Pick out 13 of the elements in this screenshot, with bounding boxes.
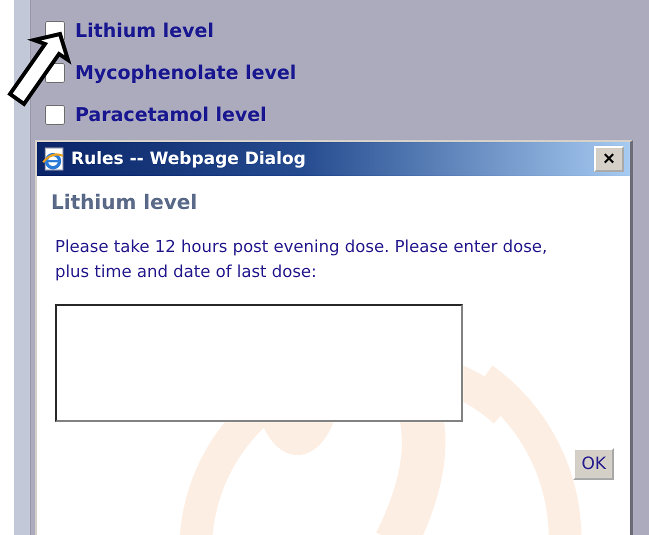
- ok-button[interactable]: OK: [573, 448, 614, 480]
- dialog-heading: Lithium level: [51, 190, 198, 214]
- checkbox[interactable]: [45, 21, 65, 41]
- checkbox[interactable]: [45, 63, 65, 83]
- browser-icon: [41, 146, 65, 172]
- window-title: Rules -- Webpage Dialog: [71, 149, 307, 169]
- option-label[interactable]: Mycophenolate level: [75, 62, 296, 84]
- option-label[interactable]: Lithium level: [75, 20, 214, 42]
- input-field[interactable]: [55, 304, 463, 422]
- option-label[interactable]: Paracetamol level: [75, 104, 267, 126]
- close-button[interactable]: ×: [594, 146, 624, 172]
- instruction-text: Please take 12 hours post evening dose. Please enter dose, plus time and date of last dose:: [55, 236, 548, 283]
- checkbox[interactable]: [45, 105, 65, 125]
